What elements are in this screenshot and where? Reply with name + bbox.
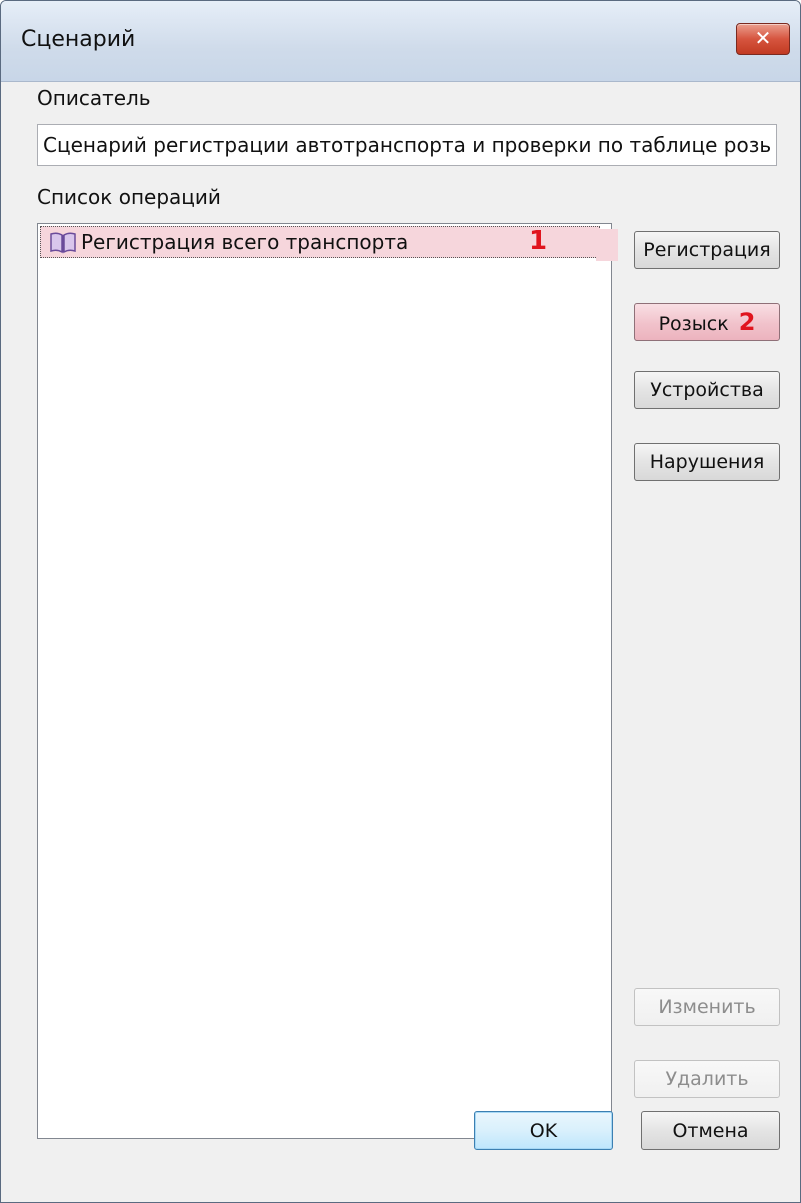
devices-button[interactable]: Устройства <box>634 371 780 409</box>
close-icon: ✕ <box>754 26 772 50</box>
dialog-body: Описатель Список операций Регистрация вс… <box>1 82 800 1202</box>
search-button-label: Розыск <box>658 313 729 335</box>
scenario-dialog: Сценарий ✕ Описатель Список операций Рег… <box>0 0 801 1203</box>
list-item-label: Регистрация всего транспорта <box>81 230 409 254</box>
operations-label: Список операций <box>37 185 221 209</box>
edit-button[interactable]: Изменить <box>634 988 780 1026</box>
selection-highlight-extension <box>596 229 618 261</box>
descriptor-input[interactable] <box>37 124 777 166</box>
delete-button[interactable]: Удалить <box>634 1060 780 1098</box>
title-bar[interactable]: Сценарий ✕ <box>1 1 800 82</box>
annotation-marker-1: 1 <box>529 226 548 256</box>
annotation-marker-2: 2 <box>738 308 756 336</box>
window-title: Сценарий <box>21 27 136 52</box>
descriptor-label: Описатель <box>37 86 151 110</box>
close-button[interactable]: ✕ <box>736 23 790 55</box>
violations-button[interactable]: Нарушения <box>634 443 780 481</box>
ok-button[interactable]: OK <box>474 1111 613 1150</box>
operations-list[interactable]: Регистрация всего транспорта 1 <box>37 223 612 1139</box>
registration-button[interactable]: Регистрация <box>634 231 780 269</box>
book-icon <box>50 232 76 254</box>
cancel-button[interactable]: Отмена <box>641 1111 780 1150</box>
list-item[interactable]: Регистрация всего транспорта 1 <box>40 226 600 258</box>
search-button[interactable]: Розыск 2 <box>634 303 780 341</box>
